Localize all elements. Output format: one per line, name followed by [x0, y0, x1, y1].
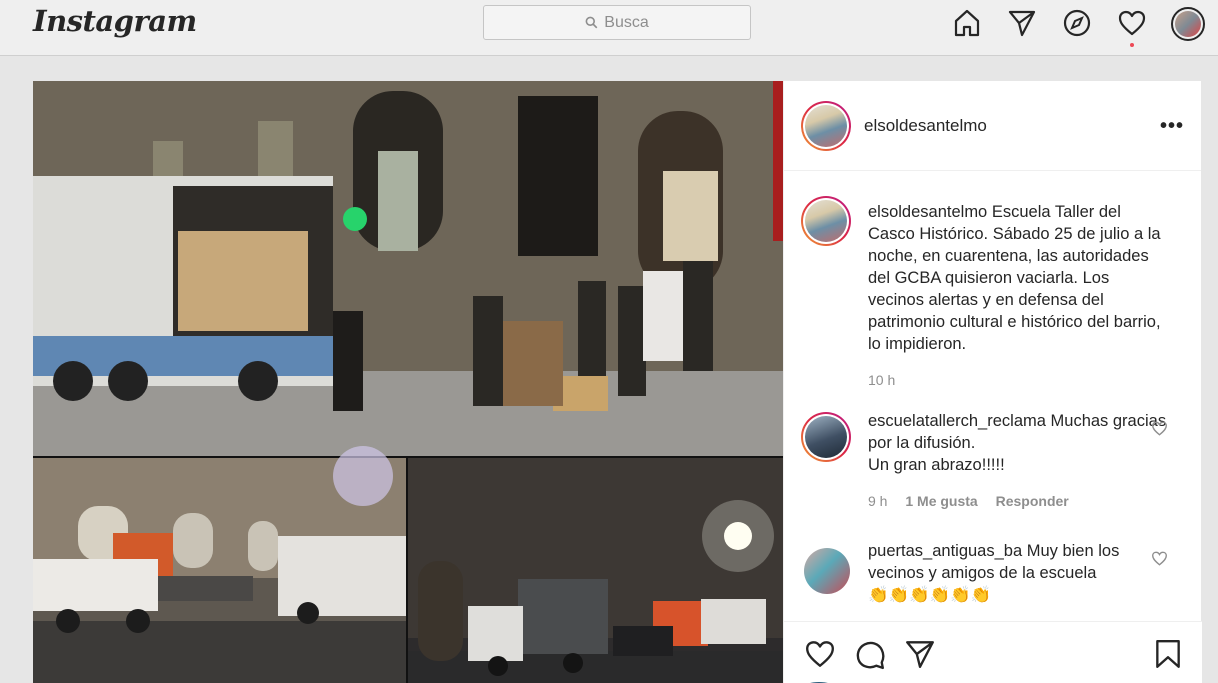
caption-timestamp: 10 h: [868, 372, 909, 388]
profile-avatar[interactable]: [1171, 7, 1205, 41]
direct-message-icon[interactable]: [1007, 8, 1037, 38]
comment-time[interactable]: 9 h: [868, 493, 887, 509]
more-options-icon[interactable]: •••: [1160, 115, 1184, 138]
caption-text: elsoldesantelmo Escuela Taller del Casco…: [868, 201, 1168, 355]
comment-bubble-icon[interactable]: [854, 638, 886, 670]
like-comment-heart-icon[interactable]: [1151, 420, 1168, 437]
like-comment-heart-icon[interactable]: [1151, 550, 1168, 567]
caption-username[interactable]: elsoldesantelmo: [868, 203, 987, 221]
post-container: elsoldesantelmo ••• elsoldesantelmo Escu…: [33, 81, 1202, 683]
commenter-avatar[interactable]: [801, 412, 851, 462]
post-action-bar: [784, 621, 1202, 683]
comments-list[interactable]: elsoldesantelmo Escuela Taller del Casco…: [784, 172, 1202, 622]
search-icon: [585, 16, 598, 29]
instagram-logo[interactable]: Instagram: [33, 4, 197, 38]
search-input[interactable]: Busca: [483, 5, 751, 40]
home-icon[interactable]: [952, 8, 982, 38]
comment-body-line2: Un gran abrazo!!!!!: [868, 456, 1005, 474]
share-send-icon[interactable]: [904, 638, 936, 670]
commenter-avatar[interactable]: [804, 548, 850, 594]
post-header: elsoldesantelmo •••: [784, 81, 1201, 171]
post-author-username[interactable]: elsoldesantelmo: [864, 116, 987, 136]
comment-text: escuelatallerch_reclama Muchas gracias p…: [868, 410, 1168, 476]
post-sidebar: elsoldesantelmo ••• elsoldesantelmo Escu…: [783, 81, 1202, 683]
caption-time[interactable]: 10 h: [868, 372, 895, 388]
comment-emoji: 👏👏👏👏👏👏: [868, 586, 992, 604]
reply-button[interactable]: Responder: [996, 493, 1069, 509]
comment-meta: 9 h 1 Me gusta Responder: [868, 493, 1083, 509]
comment-likes[interactable]: 1 Me gusta: [905, 493, 977, 509]
post-photo-collage: [33, 81, 783, 683]
save-bookmark-icon[interactable]: [1152, 638, 1184, 670]
comment-text: puertas_antiguas_ba Muy bien los vecinos…: [868, 540, 1168, 606]
comment-username[interactable]: escuelatallerch_reclama: [868, 412, 1046, 430]
notification-dot: [1130, 43, 1134, 47]
author-avatar[interactable]: [801, 101, 851, 151]
top-navigation-bar: Instagram Busca: [0, 0, 1218, 56]
comment-username[interactable]: puertas_antiguas_ba: [868, 542, 1022, 560]
explore-compass-icon[interactable]: [1062, 8, 1092, 38]
post-media-image[interactable]: [33, 81, 783, 683]
like-heart-icon[interactable]: [804, 638, 836, 670]
search-placeholder: Busca: [604, 13, 649, 31]
caption-author-avatar[interactable]: [801, 196, 851, 246]
activity-heart-icon[interactable]: [1117, 8, 1147, 38]
caption-body: Escuela Taller del Casco Histórico. Sába…: [868, 203, 1161, 353]
